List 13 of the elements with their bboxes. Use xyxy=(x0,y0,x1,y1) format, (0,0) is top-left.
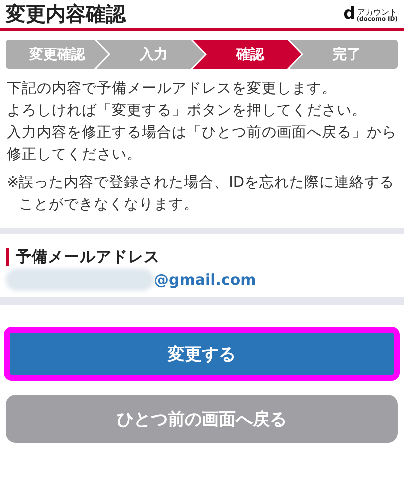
back-button[interactable]: ひとつ前の画面へ戻る xyxy=(6,395,398,443)
instruction-text: 下記の内容で予備メールアドレスを変更します。 xyxy=(7,80,338,99)
instruction-text: 入力内容を修正する場合は「ひとつ前の画面へ戻る」から修正してください。 xyxy=(7,124,397,165)
email-value: @gmail.com xyxy=(154,271,256,289)
change-button[interactable]: 変更する xyxy=(4,327,400,381)
progress-step: 完了 xyxy=(290,40,398,69)
instruction-text: よろしければ「変更する」ボタンを押してください。 xyxy=(7,102,368,121)
page-title: 変更内容確認 xyxy=(6,0,126,28)
note-mark: ※ xyxy=(7,174,20,193)
logo-text: アカウント xyxy=(357,8,398,16)
logo-mark: d xyxy=(344,6,356,22)
note-text: 誤った内容で登録された場合、IDを忘れた際に連絡することができなくなります。 xyxy=(19,174,396,215)
field-label: 予備メールアドレス xyxy=(6,248,398,266)
